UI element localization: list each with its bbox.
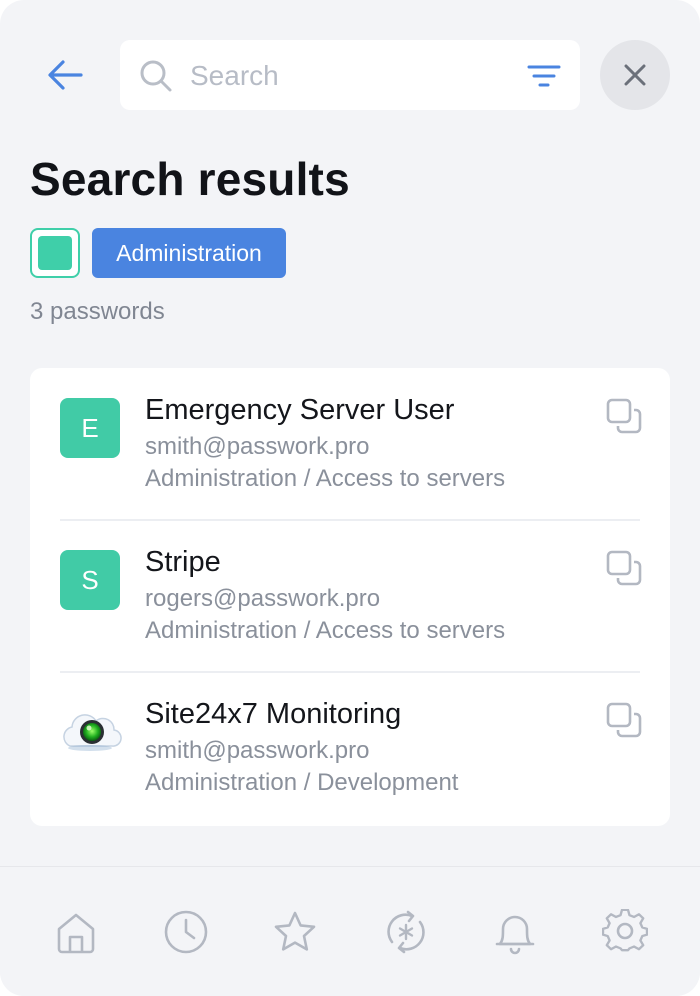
filter-icon[interactable] — [524, 60, 564, 92]
list-item[interactable]: Site24x7 Monitoring smith@passwork.pro A… — [30, 672, 670, 824]
item-title: Stripe — [145, 546, 221, 578]
nav-home-button[interactable] — [51, 907, 101, 957]
nav-settings-button[interactable] — [600, 907, 650, 957]
tag-filter-chip[interactable]: Administration — [92, 228, 286, 278]
app-window: Search results Administration 3 password… — [0, 0, 700, 996]
color-filter-chip[interactable] — [30, 228, 80, 278]
item-path: Administration / Access to servers — [145, 465, 506, 492]
settings-gear-icon — [602, 909, 648, 952]
close-button[interactable] — [600, 40, 670, 110]
results-list: E Emergency Server User smith@passwork.p… — [30, 368, 670, 826]
nav-notifications-button[interactable] — [490, 907, 540, 957]
nav-favorites-button[interactable] — [270, 907, 320, 957]
favorites-star-icon — [274, 911, 316, 951]
item-login: rogers@passwork.pro — [145, 585, 381, 612]
site24x7-cloud-icon — [63, 714, 122, 751]
notifications-bell-icon — [495, 915, 535, 955]
avatar: S — [60, 550, 120, 610]
results-count: 3 passwords — [30, 298, 165, 325]
password-generator-icon — [387, 910, 425, 954]
nav-generator-button[interactable] — [381, 907, 431, 957]
item-path: Administration / Access to servers — [145, 617, 506, 644]
list-item[interactable]: E Emergency Server User smith@passwork.p… — [30, 368, 670, 520]
item-title: Emergency Server User — [145, 394, 455, 426]
avatar: E — [60, 398, 120, 458]
item-path: Administration / Development — [145, 769, 459, 796]
back-button[interactable] — [40, 55, 90, 95]
color-swatch — [38, 236, 72, 270]
copy-icon[interactable] — [604, 548, 644, 588]
search-icon — [140, 60, 172, 92]
bottom-nav — [0, 866, 700, 996]
home-icon — [57, 913, 95, 954]
nav-recent-button[interactable] — [161, 907, 211, 957]
recent-clock-icon — [164, 910, 208, 954]
page-title: Search results — [30, 153, 350, 205]
copy-icon[interactable] — [604, 396, 644, 436]
copy-icon[interactable] — [604, 700, 644, 740]
close-icon — [624, 64, 646, 86]
item-title: Site24x7 Monitoring — [145, 698, 402, 730]
item-login: smith@passwork.pro — [145, 433, 370, 460]
arrow-left-icon — [48, 60, 83, 90]
item-login: smith@passwork.pro — [145, 737, 370, 764]
search-input[interactable] — [188, 55, 522, 97]
list-item[interactable]: S Stripe rogers@passwork.pro Administrat… — [30, 520, 670, 672]
search-box — [120, 40, 580, 110]
